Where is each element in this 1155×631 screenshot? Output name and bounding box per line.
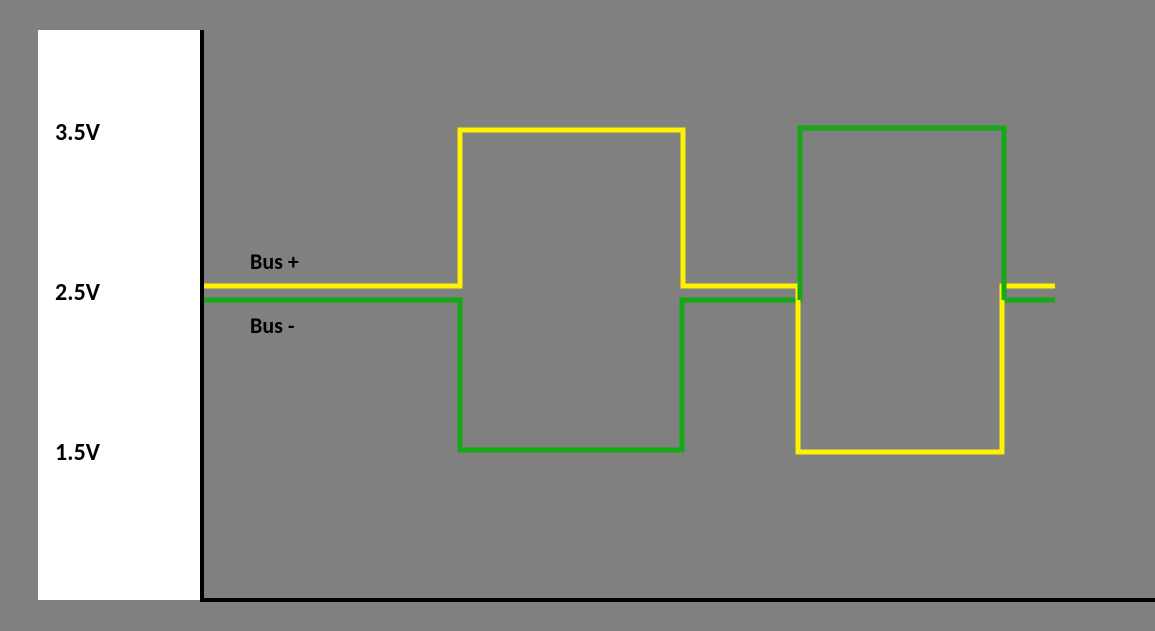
y-axis-panel: [38, 30, 200, 600]
y-tick-2-5v: 2.5V: [55, 278, 100, 307]
trace-bus-minus-top-pulse: [800, 128, 1004, 300]
label-bus-minus: Bus -: [250, 312, 295, 339]
y-axis: [200, 30, 204, 602]
trace-bus-plus: [204, 130, 1055, 452]
label-bus-plus: Bus +: [250, 248, 299, 275]
y-tick-3-5v: 3.5V: [55, 118, 100, 147]
x-axis: [200, 598, 1155, 602]
diagram-canvas: 3.5V 2.5V 1.5V Bus + Bus -: [0, 0, 1155, 631]
y-tick-1-5v: 1.5V: [55, 438, 100, 467]
trace-bus-minus: [204, 128, 1055, 450]
